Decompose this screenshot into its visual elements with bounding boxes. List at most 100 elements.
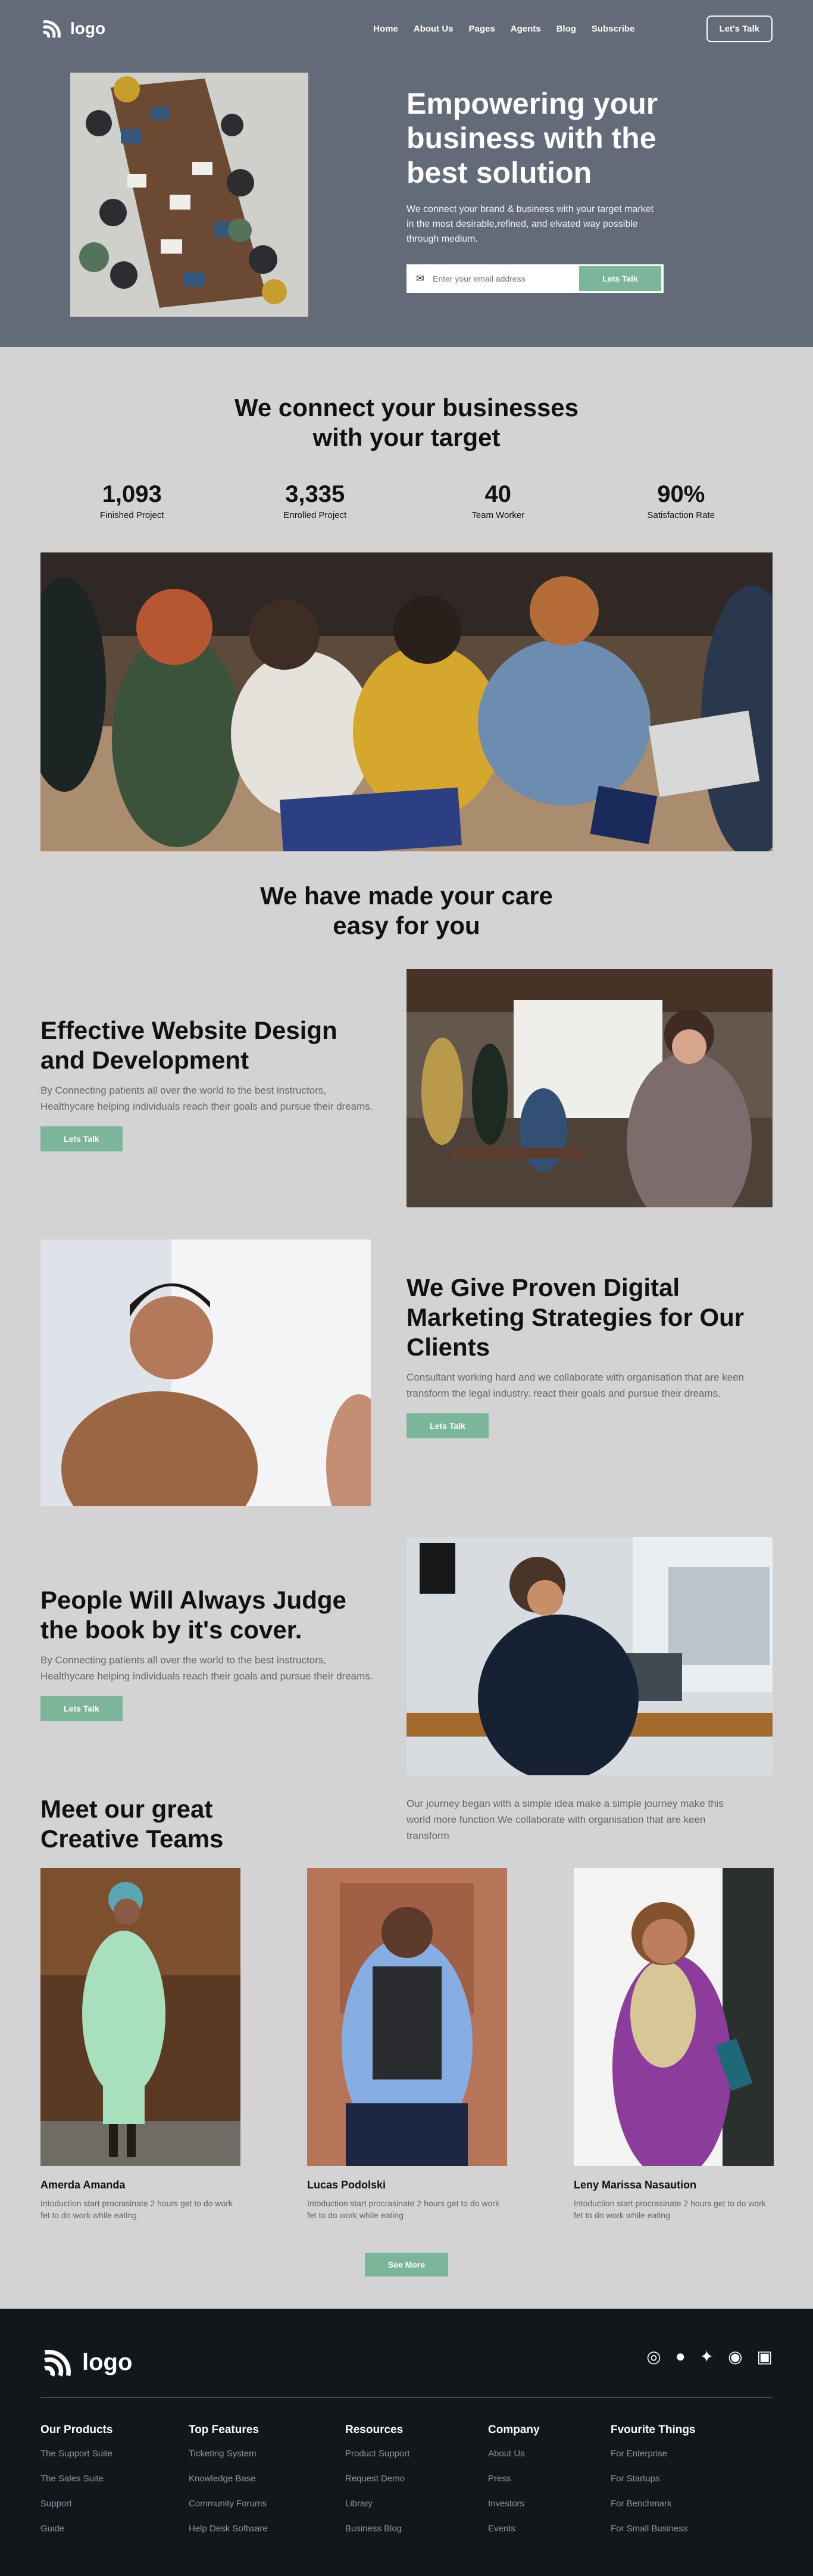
stat-value: 3,335 — [285, 481, 345, 507]
footer-column-products: Our Products The Support Suite The Sales … — [40, 2424, 112, 2549]
nav-pages[interactable]: Pages — [469, 24, 495, 34]
hero-copy: Empowering your business with the best s… — [406, 86, 716, 293]
logo[interactable]: logo — [40, 17, 105, 40]
team-member-description: Intoduction start procrasinate 2 hours g… — [40, 2199, 233, 2220]
team-title: Meet our great Creative Teams — [40, 1795, 224, 1853]
feature-title: Effective Website Design and Development — [40, 1016, 337, 1074]
footer: logo ◎ ● ✦ ◉ ▣ Our Products The Support … — [0, 2309, 813, 2576]
stat-satisfaction: 90% Satisfaction Rate — [609, 481, 752, 520]
see-more-button[interactable]: See More — [365, 2253, 448, 2277]
main-menu: Home About Us Pages Agents Blog Subscrib… — [373, 24, 634, 34]
instagram-icon[interactable]: ◎ — [646, 2347, 661, 2366]
laptop-man-photo — [406, 1537, 773, 1775]
lets-talk-button[interactable]: Let's Talk — [706, 15, 773, 42]
stat-label: Finished Project — [99, 510, 164, 520]
team-meeting-photo — [40, 552, 773, 851]
avatar — [307, 1868, 507, 2166]
team-member-name: Amerda Amanda — [40, 2179, 126, 2191]
footer-link[interactable]: For Small Business — [611, 2524, 696, 2534]
footer-link[interactable]: Business Blog — [345, 2524, 409, 2534]
footer-column-features: Top Features Ticketing System Knowledge B… — [189, 2424, 268, 2549]
team-member-description: Intoduction start procrasinate 2 hours g… — [307, 2199, 499, 2220]
avatar — [574, 1868, 774, 2166]
logo-icon — [42, 20, 61, 39]
footer-link[interactable]: Library — [345, 2499, 409, 2509]
feature-lets-talk-button[interactable]: Lets Talk — [406, 1413, 489, 1438]
footer-column-title: Our Products — [40, 2424, 113, 2436]
github-icon[interactable]: ◉ — [728, 2347, 742, 2366]
email-signup-form: ✉ Lets Talk — [406, 264, 664, 293]
footer-link[interactable]: Request Demo — [345, 2474, 409, 2484]
feature-body: Consultant working hard and we collabora… — [406, 1372, 745, 1399]
hero-lets-talk-button[interactable]: Lets Talk — [579, 266, 661, 291]
logo-text: logo — [70, 19, 106, 38]
camera-icon[interactable]: ▣ — [757, 2347, 773, 2366]
footer-column-title: Fvourite Things — [611, 2424, 696, 2436]
footer-link[interactable]: Support — [40, 2499, 112, 2509]
footer-link[interactable]: Ticketing System — [189, 2449, 268, 2459]
footer-link[interactable]: Help Desk Software — [189, 2524, 268, 2534]
stat-value: 40 — [484, 481, 512, 507]
footer-link[interactable]: The Sales Suite — [40, 2474, 112, 2484]
email-input[interactable] — [433, 274, 579, 283]
feature-judge-book: People Will Always Judge the book by it'… — [40, 1585, 374, 1721]
footer-link[interactable]: For Startups — [611, 2474, 696, 2484]
social-icons: ◎ ● ✦ ◉ ▣ — [646, 2347, 773, 2366]
stat-label: Satisfaction Rate — [647, 510, 715, 520]
stat-value: 90% — [657, 481, 705, 507]
footer-column-resources: Resources Product Support Request Demo Lib… — [345, 2424, 409, 2549]
footer-link[interactable]: Knowledge Base — [189, 2474, 268, 2484]
footer-column-title: Company — [488, 2424, 540, 2436]
footer-column-title: Top Features — [189, 2424, 259, 2436]
facebook-icon[interactable]: ● — [676, 2347, 686, 2366]
stat-team: 40 Team Worker — [427, 481, 570, 520]
feature-title: We Give Proven Digital Marketing Strateg… — [406, 1273, 745, 1361]
office-woman-photo — [406, 969, 773, 1207]
team-member-name: Leny Marissa Nasaution — [574, 2179, 697, 2191]
footer-columns: Our Products The Support Suite The Sales … — [40, 2424, 773, 2561]
footer-link[interactable]: Investors — [488, 2499, 540, 2509]
feature-title: People Will Always Judge the book by it'… — [40, 1586, 346, 1644]
footer-column-favourites: Fvourite Things For Enterprise For Startu… — [611, 2424, 696, 2549]
team-intro: Our journey began with a simple idea mak… — [406, 1798, 724, 1841]
smiling-man-photo — [40, 1239, 371, 1506]
feature-website-design: Effective Website Design and Development… — [40, 1016, 374, 1151]
feature-lets-talk-button[interactable]: Lets Talk — [40, 1126, 123, 1151]
team-card-amerda: Amerda Amanda Intoduction start procrasi… — [40, 1868, 240, 2221]
stat-label: Enrolled Project — [283, 510, 347, 520]
page: logo Home About Us Pages Agents Blog Sub… — [0, 0, 813, 2576]
avatar — [40, 1868, 240, 2166]
feature-body: By Connecting patients all over the worl… — [40, 1085, 373, 1112]
footer-link[interactable]: The Support Suite — [40, 2449, 112, 2459]
footer-logo[interactable]: logo — [40, 2344, 132, 2380]
footer-link[interactable]: Events — [488, 2524, 540, 2534]
footer-link[interactable]: Press — [488, 2474, 540, 2484]
feature-body: By Connecting patients all over the worl… — [40, 1654, 373, 1682]
nav-subscribe[interactable]: Subscribe — [592, 24, 635, 34]
nav-about[interactable]: About Us — [414, 24, 454, 34]
footer-link[interactable]: For Benchmark — [611, 2499, 696, 2509]
footer-link[interactable]: For Enterprise — [611, 2449, 696, 2459]
team-card-leny: Leny Marissa Nasaution Intoduction start… — [574, 1868, 774, 2221]
stat-value: 1,093 — [102, 481, 162, 507]
team-member-name: Lucas Podolski — [307, 2179, 386, 2191]
hero-section: logo Home About Us Pages Agents Blog Sub… — [0, 0, 813, 347]
feature-lets-talk-button[interactable]: Lets Talk — [40, 1696, 123, 1721]
top-navigation: logo Home About Us Pages Agents Blog Sub… — [40, 14, 773, 43]
twitter-icon[interactable]: ✦ — [700, 2347, 714, 2366]
nav-home[interactable]: Home — [373, 24, 398, 34]
nav-agents[interactable]: Agents — [511, 24, 541, 34]
team-member-description: Intoduction start procrasinate 2 hours g… — [574, 2199, 766, 2220]
footer-link[interactable]: About Us — [488, 2449, 540, 2459]
team-card-lucas: Lucas Podolski Intoduction start procras… — [307, 1868, 507, 2221]
logo-icon — [43, 2350, 71, 2377]
hero-title: Empowering your business with the best s… — [406, 87, 658, 189]
nav-blog[interactable]: Blog — [556, 24, 576, 34]
mail-icon: ✉ — [416, 274, 424, 284]
stat-label: Team Worker — [471, 510, 525, 520]
footer-link[interactable]: Product Support — [345, 2449, 409, 2459]
footer-link[interactable]: Guide — [40, 2524, 112, 2534]
hero-team-photo — [70, 73, 308, 317]
footer-logo-text: logo — [82, 2349, 133, 2375]
footer-link[interactable]: Community Forums — [189, 2499, 268, 2509]
